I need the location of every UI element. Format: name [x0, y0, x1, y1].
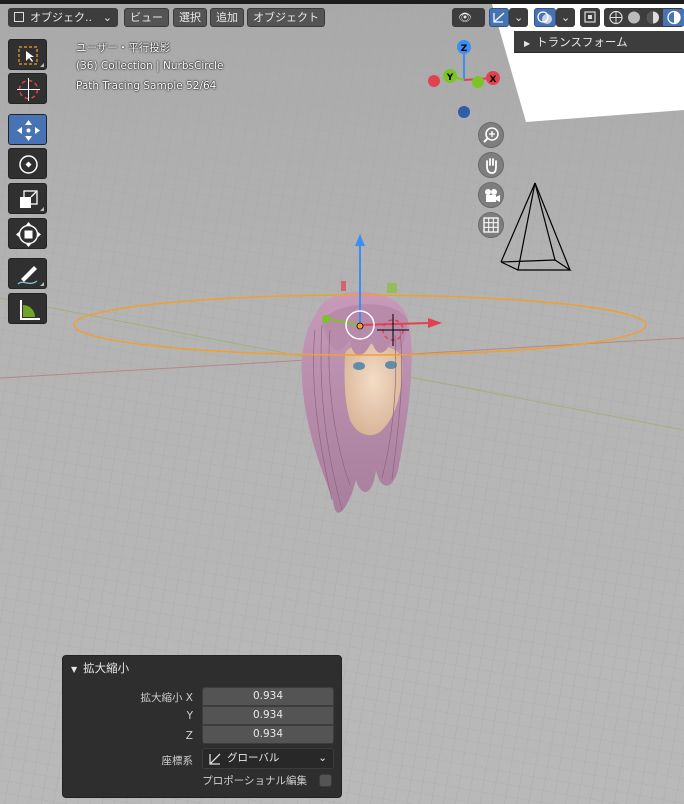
- transform-label: トランスフォーム: [536, 35, 628, 49]
- select-menu[interactable]: 選択: [173, 8, 207, 27]
- scale-y-field[interactable]: 0.934: [202, 706, 334, 725]
- collapse-arrow-icon: ▼: [71, 665, 78, 674]
- xray-icon: [584, 11, 596, 23]
- mode-label: オブジェク..: [30, 11, 92, 24]
- grid-icon: [483, 217, 499, 233]
- gizmo-label-z: Z: [461, 44, 468, 54]
- object-mode-icon: [14, 12, 24, 22]
- ruler-icon: [20, 300, 40, 320]
- cursor-icon: [17, 78, 40, 101]
- chevron-down-icon: ⌄: [102, 11, 112, 24]
- camera-view-button[interactable]: [478, 182, 504, 208]
- mode-dropdown[interactable]: オブジェク.. ⌄: [8, 8, 118, 27]
- xray-toggle[interactable]: [580, 8, 600, 27]
- top-border: [0, 0, 684, 4]
- shading-buttons[interactable]: [604, 8, 684, 27]
- view-name: ユーザー・平行投影: [76, 42, 171, 54]
- visibility-dropdown[interactable]: 👁: [452, 8, 485, 27]
- tool-move[interactable]: [8, 114, 47, 145]
- ortho-toggle-button[interactable]: [478, 212, 504, 238]
- collection-info: (36) Collection | NurbsCircle: [76, 60, 224, 72]
- operator-title-row[interactable]: ▼ 拡大縮小: [71, 660, 129, 676]
- chevron-down-icon: ⌄: [514, 11, 524, 24]
- eye-icon: 👁: [458, 11, 472, 24]
- scale-x-label: 拡大縮小 X: [140, 692, 193, 704]
- tool-cursor[interactable]: [8, 73, 47, 104]
- camera-icon: [485, 189, 500, 202]
- axis-navigation-gizmo[interactable]: Z X Y: [420, 36, 530, 126]
- tool-rotate[interactable]: [8, 148, 47, 179]
- overlay-icon: [537, 11, 552, 24]
- object-menu[interactable]: オブジェクト: [247, 8, 325, 27]
- scale-z-field[interactable]: 0.934: [202, 725, 334, 744]
- tool-select[interactable]: [8, 39, 47, 70]
- proportional-edit-label: プロポーショナル編集: [202, 775, 307, 787]
- chevron-down-icon: ⌄: [561, 11, 571, 24]
- pan-button[interactable]: [478, 152, 504, 178]
- add-menu[interactable]: 追加: [210, 8, 244, 27]
- chevron-down-icon: ⌄: [318, 752, 327, 764]
- tool-transform[interactable]: [8, 218, 47, 249]
- global-orientation-icon: [209, 753, 221, 765]
- operator-title: 拡大縮小: [83, 661, 130, 675]
- tool-scale[interactable]: [8, 183, 47, 214]
- transform-panel-header[interactable]: ▶ トランスフォーム: [514, 31, 684, 53]
- view-menu[interactable]: ビュー: [124, 8, 169, 27]
- scale-x-field[interactable]: 0.934: [202, 687, 334, 706]
- orientation-select[interactable]: グローバル ⌄: [202, 748, 334, 769]
- gizmo-label-x: X: [490, 75, 497, 85]
- gizmo-label-y: Y: [446, 73, 454, 83]
- 3d-viewport[interactable]: オブジェク.. ⌄ ビュー 選択 追加 オブジェクト 👁 ⌄ ⌄ ▶ トランスフォー…: [0, 0, 684, 804]
- shading-icons: [609, 9, 684, 26]
- rotate-icon: [19, 155, 38, 174]
- orientation-label: 座標系: [161, 755, 194, 767]
- tool-annotate[interactable]: [8, 258, 47, 289]
- overlay-dropdown[interactable]: ⌄: [556, 8, 575, 27]
- last-operator-panel[interactable]: ▼ 拡大縮小 拡大縮小 X 0.934 Y 0.934 Z 0.934 座標系 グ…: [62, 655, 342, 798]
- move-icon: [17, 120, 40, 141]
- zoom-button[interactable]: [478, 122, 504, 148]
- zoom-icon: [483, 127, 499, 143]
- scale-z-label: Z: [185, 730, 193, 742]
- gizmo-dropdown[interactable]: ⌄: [509, 8, 528, 27]
- proportional-edit-checkbox[interactable]: [319, 774, 332, 787]
- orientation-value: グローバル: [227, 752, 280, 764]
- gizmo-toggle[interactable]: [489, 8, 509, 27]
- render-status: Path Tracing Sample 52/64: [76, 80, 217, 92]
- hand-icon: [486, 158, 497, 174]
- scale-y-label: Y: [186, 710, 193, 722]
- gizmo-icon: [493, 12, 505, 23]
- tool-measure[interactable]: [8, 293, 47, 324]
- overlay-toggle[interactable]: [534, 8, 556, 27]
- transform-icon: [16, 222, 41, 247]
